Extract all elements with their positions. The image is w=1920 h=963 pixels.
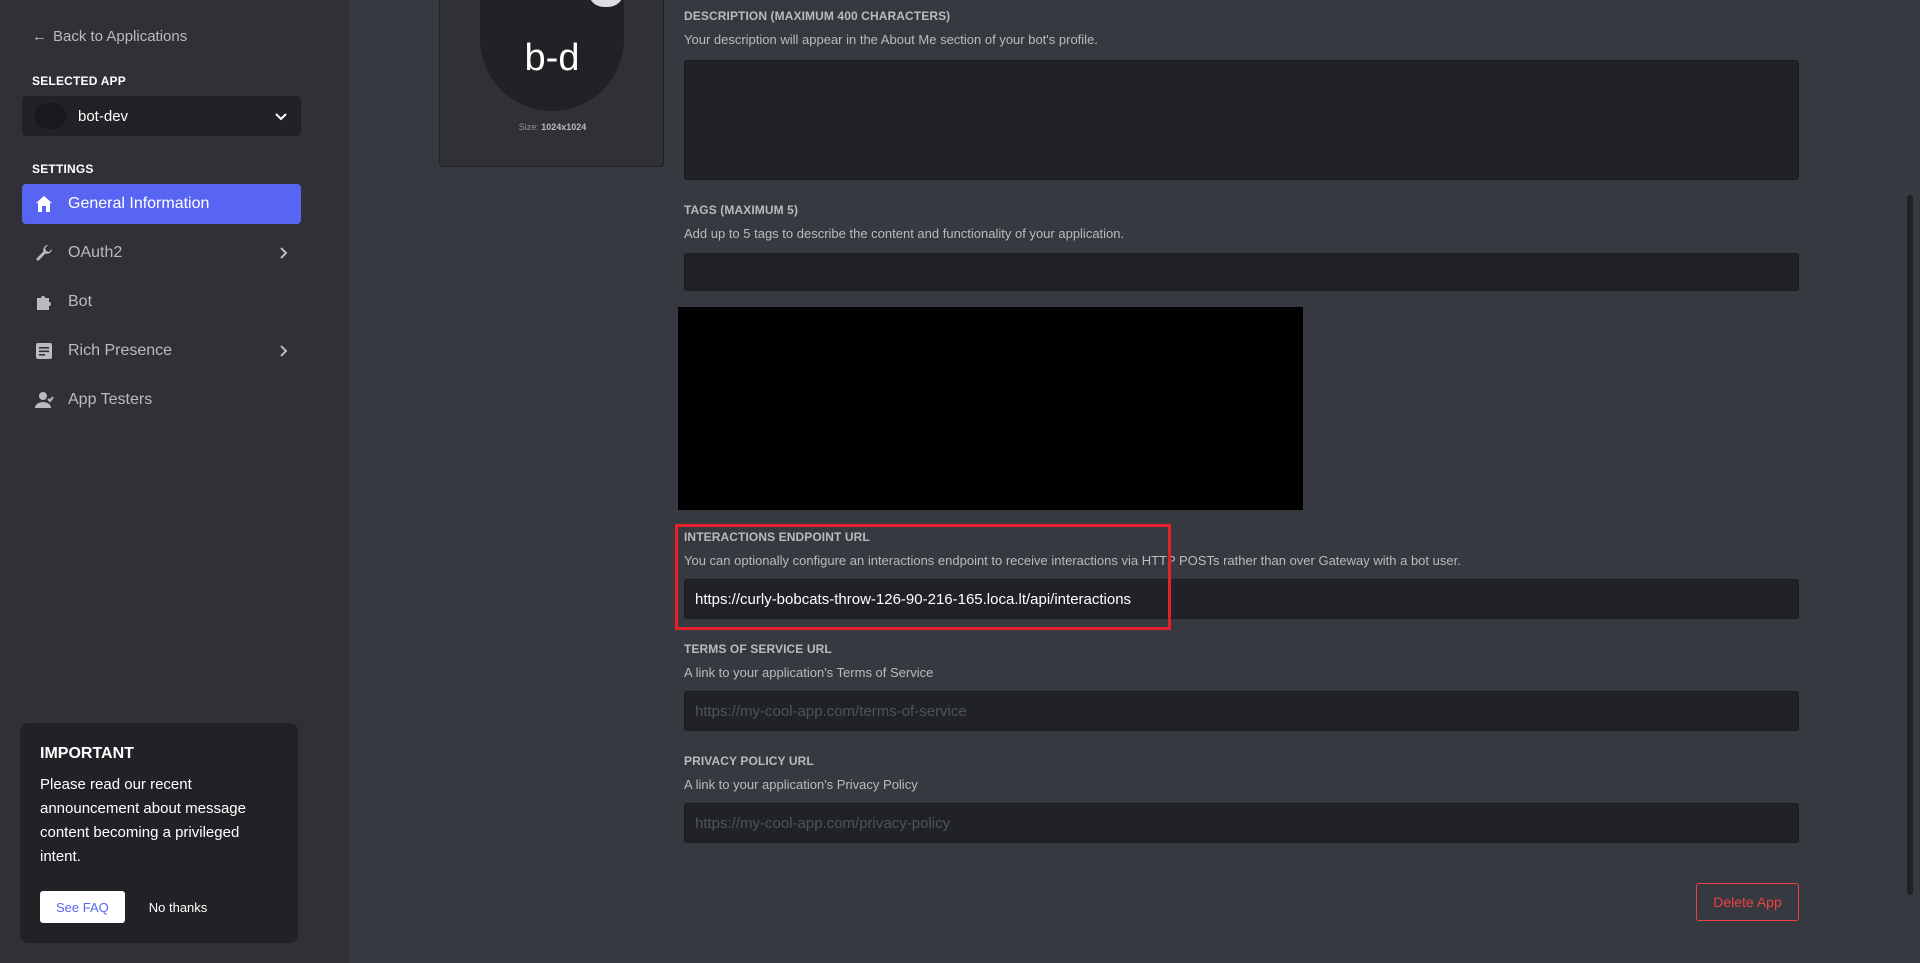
home-icon — [32, 192, 56, 216]
terms-of-service-input[interactable] — [684, 691, 1799, 731]
sidebar-item-app-testers[interactable]: App Testers — [22, 380, 301, 420]
sidebar-item-label: General Information — [68, 195, 210, 212]
document-icon — [32, 339, 56, 363]
app-avatar — [34, 103, 66, 129]
puzzle-icon — [32, 290, 56, 314]
size-prefix: Size: — [518, 122, 539, 132]
sidebar-item-rich-presence[interactable]: Rich Presence — [22, 331, 301, 371]
app-icon: b-d — [480, 0, 624, 111]
sidebar-item-label: Bot — [68, 293, 93, 310]
important-notice: IMPORTANT Please read our recent announc… — [20, 723, 298, 943]
sidebar-item-bot[interactable]: Bot — [22, 282, 301, 322]
terms-of-service-help: A link to your application's Terms of Se… — [684, 665, 934, 680]
app-selector[interactable]: bot-dev — [22, 96, 301, 136]
arrow-left-icon: ← — [32, 28, 47, 45]
scrollbar[interactable] — [1907, 195, 1913, 895]
description-help: Your description will appear in the Abou… — [684, 32, 1098, 47]
description-textarea[interactable] — [684, 60, 1799, 180]
sidebar-item-label: App Testers — [68, 391, 153, 408]
privacy-policy-help: A link to your application's Privacy Pol… — [684, 777, 918, 792]
notice-title: IMPORTANT — [40, 745, 134, 762]
chevron-right-icon — [280, 247, 288, 259]
back-to-applications-link[interactable]: ← Back to Applications — [32, 28, 187, 45]
description-label: DESCRIPTION (MAXIMUM 400 CHARACTERS) — [684, 9, 951, 23]
notice-actions: See FAQ No thanks — [40, 891, 207, 923]
delete-app-button[interactable]: Delete App — [1696, 883, 1799, 921]
privacy-policy-input[interactable] — [684, 803, 1799, 843]
redacted-region — [678, 307, 1303, 510]
person-icon — [32, 388, 56, 412]
privacy-policy-label: PRIVACY POLICY URL — [684, 754, 814, 768]
sidebar-item-oauth2[interactable]: OAuth2 — [22, 233, 301, 273]
app-icon-card[interactable]: b-d Size: 1024x1024 — [439, 0, 664, 167]
tags-label: TAGS (MAXIMUM 5) — [684, 203, 799, 217]
tags-help: Add up to 5 tags to describe the content… — [684, 226, 1125, 241]
sidebar-item-label: OAuth2 — [68, 244, 123, 261]
sidebar-item-label: Rich Presence — [68, 342, 173, 359]
icon-size-label: Size: 1024x1024 — [440, 122, 665, 132]
interactions-endpoint-input[interactable] — [684, 579, 1799, 619]
settings-nav: General Information OAuth2 Bot Rich Pres… — [22, 184, 301, 429]
chevron-right-icon — [280, 345, 288, 357]
back-link-label: Back to Applications — [53, 28, 188, 45]
tags-input[interactable] — [684, 253, 1799, 291]
sidebar: ← Back to Applications SELECTED APP bot-… — [0, 0, 350, 963]
interactions-endpoint-help: You can optionally configure an interact… — [684, 553, 1461, 568]
size-value: 1024x1024 — [541, 122, 587, 132]
selected-app-heading: SELECTED APP — [32, 74, 126, 88]
no-thanks-button[interactable]: No thanks — [149, 900, 208, 915]
chevron-down-icon — [275, 113, 287, 121]
sidebar-item-general-information[interactable]: General Information — [22, 184, 301, 224]
app-icon-initials: b-d — [524, 36, 580, 79]
notice-body: Please read our recent announcement abou… — [40, 776, 246, 865]
terms-of-service-label: TERMS OF SERVICE URL — [684, 642, 832, 656]
interactions-endpoint-label: INTERACTIONS ENDPOINT URL — [684, 530, 870, 544]
settings-heading: SETTINGS — [32, 162, 94, 176]
see-faq-button[interactable]: See FAQ — [40, 891, 125, 923]
wrench-icon — [32, 241, 56, 265]
selected-app-name: bot-dev — [78, 107, 129, 125]
